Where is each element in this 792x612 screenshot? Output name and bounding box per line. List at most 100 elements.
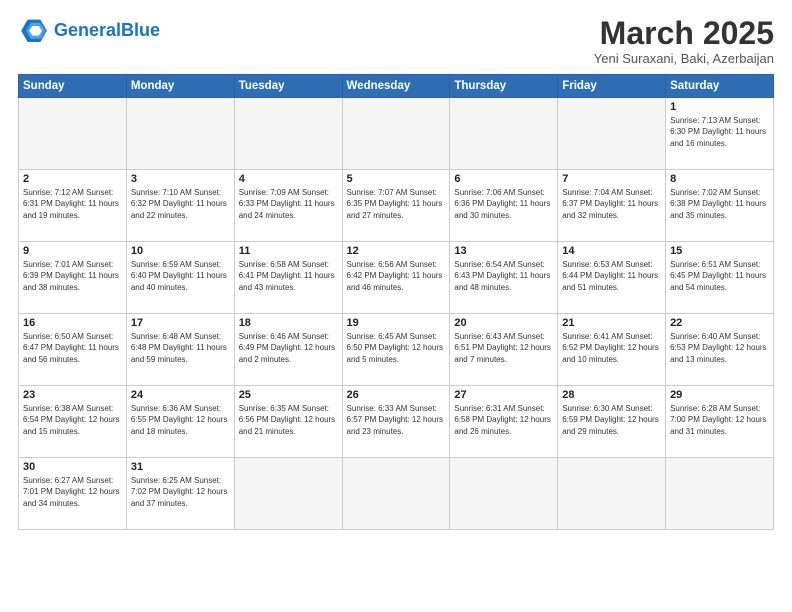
page: GeneralBlue March 2025 Yeni Suraxani, Ba…	[0, 0, 792, 612]
day-info: Sunrise: 6:27 AM Sunset: 7:01 PM Dayligh…	[23, 475, 122, 509]
day-info: Sunrise: 6:41 AM Sunset: 6:52 PM Dayligh…	[562, 331, 661, 365]
day-number: 10	[131, 245, 230, 257]
calendar-cell: 14 Sunrise: 6:53 AM Sunset: 6:44 PM Dayli…	[558, 242, 666, 314]
calendar-cell: 31Sunrise: 6:25 AM Sunset: 7:02 PM Dayli…	[126, 458, 234, 530]
calendar-week-3: 16 Sunrise: 6:50 AM Sunset: 6:47 PM Dayli…	[19, 314, 774, 386]
calendar-cell: 25 Sunrise: 6:35 AM Sunset: 6:56 PM Dayli…	[234, 386, 342, 458]
calendar-cell	[342, 98, 450, 170]
day-number: 14	[562, 245, 661, 257]
day-info: Sunrise: 6:38 AM Sunset: 6:54 PM Dayligh…	[23, 403, 122, 437]
calendar-cell: 12Sunrise: 6:56 AM Sunset: 6:42 PM Dayli…	[342, 242, 450, 314]
day-info: Sunrise: 6:51 AM Sunset: 6:45 PM Dayligh…	[670, 259, 769, 293]
day-info: Sunrise: 6:46 AM Sunset: 6:49 PM Dayligh…	[239, 331, 338, 365]
calendar-cell: 22 Sunrise: 6:40 AM Sunset: 6:53 PM Dayli…	[666, 314, 774, 386]
day-info: Sunrise: 6:28 AM Sunset: 7:00 PM Dayligh…	[670, 403, 769, 437]
day-info: Sunrise: 6:53 AM Sunset: 6:44 PM Dayligh…	[562, 259, 661, 293]
calendar-cell: 21 Sunrise: 6:41 AM Sunset: 6:52 PM Dayli…	[558, 314, 666, 386]
day-number: 1	[670, 101, 769, 113]
day-info: Sunrise: 6:54 AM Sunset: 6:43 PM Dayligh…	[454, 259, 553, 293]
calendar-cell	[450, 458, 558, 530]
day-number: 25	[239, 389, 338, 401]
calendar-cell: 3 Sunrise: 7:10 AM Sunset: 6:32 PM Daylig…	[126, 170, 234, 242]
day-info: Sunrise: 6:59 AM Sunset: 6:40 PM Dayligh…	[131, 259, 230, 293]
calendar-cell: 10 Sunrise: 6:59 AM Sunset: 6:40 PM Dayli…	[126, 242, 234, 314]
calendar-cell: 26Sunrise: 6:33 AM Sunset: 6:57 PM Dayli…	[342, 386, 450, 458]
day-info: Sunrise: 6:35 AM Sunset: 6:56 PM Dayligh…	[239, 403, 338, 437]
day-info: Sunrise: 6:25 AM Sunset: 7:02 PM Dayligh…	[131, 475, 230, 509]
calendar-cell: 6 Sunrise: 7:06 AM Sunset: 6:36 PM Daylig…	[450, 170, 558, 242]
day-info: Sunrise: 7:09 AM Sunset: 6:33 PM Dayligh…	[239, 187, 338, 221]
calendar-week-2: 9 Sunrise: 7:01 AM Sunset: 6:39 PM Daylig…	[19, 242, 774, 314]
header: GeneralBlue March 2025 Yeni Suraxani, Ba…	[18, 16, 774, 66]
day-number: 17	[131, 317, 230, 329]
calendar-week-0: 1 Sunrise: 7:13 AM Sunset: 6:30 PM Daylig…	[19, 98, 774, 170]
calendar-cell: 11Sunrise: 6:58 AM Sunset: 6:41 PM Dayli…	[234, 242, 342, 314]
day-number: 24	[131, 389, 230, 401]
calendar-cell: 24Sunrise: 6:36 AM Sunset: 6:55 PM Dayli…	[126, 386, 234, 458]
day-number: 26	[347, 389, 446, 401]
calendar-cell: 4Sunrise: 7:09 AM Sunset: 6:33 PM Daylig…	[234, 170, 342, 242]
day-info: Sunrise: 7:10 AM Sunset: 6:32 PM Dayligh…	[131, 187, 230, 221]
calendar-cell: 9 Sunrise: 7:01 AM Sunset: 6:39 PM Daylig…	[19, 242, 127, 314]
day-info: Sunrise: 6:48 AM Sunset: 6:48 PM Dayligh…	[131, 331, 230, 365]
day-number: 28	[562, 389, 661, 401]
logo-icon	[18, 16, 50, 44]
day-number: 7	[562, 173, 661, 185]
day-info: Sunrise: 7:06 AM Sunset: 6:36 PM Dayligh…	[454, 187, 553, 221]
title-block: March 2025 Yeni Suraxani, Baki, Azerbaij…	[594, 16, 774, 66]
calendar-cell: 30 Sunrise: 6:27 AM Sunset: 7:01 PM Dayli…	[19, 458, 127, 530]
calendar-cell: 23Sunrise: 6:38 AM Sunset: 6:54 PM Dayli…	[19, 386, 127, 458]
calendar-cell	[558, 458, 666, 530]
day-number: 15	[670, 245, 769, 257]
day-info: Sunrise: 6:30 AM Sunset: 6:59 PM Dayligh…	[562, 403, 661, 437]
day-number: 19	[347, 317, 446, 329]
calendar-cell	[450, 98, 558, 170]
calendar-week-4: 23Sunrise: 6:38 AM Sunset: 6:54 PM Dayli…	[19, 386, 774, 458]
calendar-cell: 8 Sunrise: 7:02 AM Sunset: 6:38 PM Daylig…	[666, 170, 774, 242]
location: Yeni Suraxani, Baki, Azerbaijan	[594, 51, 774, 66]
logo: GeneralBlue	[18, 16, 160, 44]
day-number: 3	[131, 173, 230, 185]
calendar-cell	[234, 98, 342, 170]
calendar-cell: 17 Sunrise: 6:48 AM Sunset: 6:48 PM Dayli…	[126, 314, 234, 386]
day-info: Sunrise: 6:45 AM Sunset: 6:50 PM Dayligh…	[347, 331, 446, 365]
day-number: 21	[562, 317, 661, 329]
calendar-cell: 29Sunrise: 6:28 AM Sunset: 7:00 PM Dayli…	[666, 386, 774, 458]
day-number: 30	[23, 461, 122, 473]
calendar-cell	[126, 98, 234, 170]
col-sunday: Sunday	[19, 75, 127, 98]
day-info: Sunrise: 6:40 AM Sunset: 6:53 PM Dayligh…	[670, 331, 769, 365]
day-info: Sunrise: 6:43 AM Sunset: 6:51 PM Dayligh…	[454, 331, 553, 365]
day-info: Sunrise: 7:07 AM Sunset: 6:35 PM Dayligh…	[347, 187, 446, 221]
day-info: Sunrise: 6:50 AM Sunset: 6:47 PM Dayligh…	[23, 331, 122, 365]
col-friday: Friday	[558, 75, 666, 98]
day-number: 11	[239, 245, 338, 257]
logo-text: GeneralBlue	[54, 20, 160, 41]
calendar-cell: 20Sunrise: 6:43 AM Sunset: 6:51 PM Dayli…	[450, 314, 558, 386]
day-info: Sunrise: 7:02 AM Sunset: 6:38 PM Dayligh…	[670, 187, 769, 221]
calendar-cell: 2Sunrise: 7:12 AM Sunset: 6:31 PM Daylig…	[19, 170, 127, 242]
day-number: 16	[23, 317, 122, 329]
day-number: 6	[454, 173, 553, 185]
calendar-cell	[342, 458, 450, 530]
col-saturday: Saturday	[666, 75, 774, 98]
day-number: 8	[670, 173, 769, 185]
day-info: Sunrise: 7:13 AM Sunset: 6:30 PM Dayligh…	[670, 115, 769, 149]
day-number: 22	[670, 317, 769, 329]
calendar-cell: 5 Sunrise: 7:07 AM Sunset: 6:35 PM Daylig…	[342, 170, 450, 242]
month-title: March 2025	[594, 16, 774, 51]
day-info: Sunrise: 7:01 AM Sunset: 6:39 PM Dayligh…	[23, 259, 122, 293]
calendar-cell: 16 Sunrise: 6:50 AM Sunset: 6:47 PM Dayli…	[19, 314, 127, 386]
calendar-cell: 27Sunrise: 6:31 AM Sunset: 6:58 PM Dayli…	[450, 386, 558, 458]
col-thursday: Thursday	[450, 75, 558, 98]
calendar-cell	[558, 98, 666, 170]
calendar-cell: 19 Sunrise: 6:45 AM Sunset: 6:50 PM Dayli…	[342, 314, 450, 386]
day-number: 9	[23, 245, 122, 257]
calendar-cell: 1 Sunrise: 7:13 AM Sunset: 6:30 PM Daylig…	[666, 98, 774, 170]
calendar-cell: 28 Sunrise: 6:30 AM Sunset: 6:59 PM Dayli…	[558, 386, 666, 458]
calendar-cell	[19, 98, 127, 170]
day-number: 5	[347, 173, 446, 185]
calendar-cell: 15 Sunrise: 6:51 AM Sunset: 6:45 PM Dayli…	[666, 242, 774, 314]
col-monday: Monday	[126, 75, 234, 98]
col-tuesday: Tuesday	[234, 75, 342, 98]
